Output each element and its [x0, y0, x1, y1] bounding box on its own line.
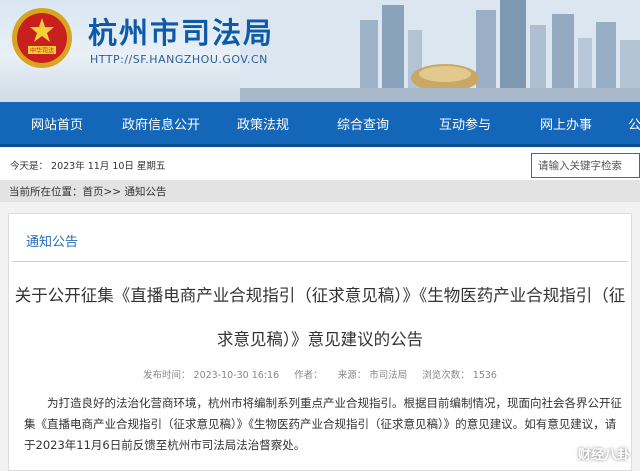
section-divider — [12, 261, 628, 262]
publish-time: 发布时间： 2023-10-30 16:16 — [143, 370, 280, 381]
nav-item-public[interactable]: 公 — [628, 114, 640, 133]
justice-emblem-icon: 中华司法 — [12, 8, 72, 68]
main-nav: 网站首页 政府信息公开 政策法规 综合查询 互动参与 网上办事 公 — [0, 102, 640, 147]
breadcrumb-home-link[interactable]: 首页 — [83, 186, 104, 198]
article-origin: 来源： 市司法局 — [337, 370, 408, 381]
section-title[interactable]: 通知公告 — [26, 231, 78, 250]
site-url: HTTP://SF.HANGZHOU.GOV.CN — [90, 53, 268, 66]
breadcrumb-prefix: 当前所在位置： — [9, 186, 83, 198]
breadcrumb-separator: >> — [103, 186, 122, 198]
nav-item-online-service[interactable]: 网上办事 — [540, 114, 592, 133]
svg-text:中华司法: 中华司法 — [30, 47, 54, 55]
article-author: 作者： — [294, 370, 323, 381]
today-date: 今天是： 2023年 11月 10日 星期五 — [10, 161, 166, 172]
search-input[interactable] — [531, 153, 640, 178]
breadcrumb: 当前所在位置：首页>> 通知公告 — [0, 180, 640, 202]
city-skyline-image — [240, 0, 640, 102]
nav-item-policy[interactable]: 政策法规 — [237, 114, 289, 133]
watermark-text: 财经八卦 — [577, 448, 630, 463]
breadcrumb-current[interactable]: 通知公告 — [124, 186, 166, 198]
nav-item-query[interactable]: 综合查询 — [337, 114, 389, 133]
article-body: 为打造良好的法治化营商环境，杭州市将编制系列重点产业合规指引。根据目前编制情况，… — [24, 393, 624, 456]
wechat-icon — [558, 446, 574, 460]
site-banner: 中华司法 杭州市司法局 HTTP://SF.HANGZHOU.GOV.CN — [0, 0, 640, 102]
nav-item-home[interactable]: 网站首页 — [31, 114, 83, 133]
view-count: 浏览次数： 1536 — [422, 370, 497, 381]
article-title: 关于公开征集《直播电商产业合规指引（征求意见稿）》《生物医药产业合规指引（征求意… — [14, 286, 626, 349]
nav-item-interaction[interactable]: 互动参与 — [439, 114, 491, 133]
article-body-text: 为打造良好的法治化营商环境，杭州市将编制系列重点产业合规指引。根据目前编制情况，… — [24, 396, 622, 452]
site-title: 杭州市司法局 — [88, 16, 275, 50]
nav-item-gov-info[interactable]: 政府信息公开 — [122, 114, 200, 133]
article-meta: 发布时间： 2023-10-30 16:16 作者： 来源： 市司法局 浏览次数… — [0, 367, 640, 381]
watermark: 财经八卦 — [558, 444, 630, 463]
